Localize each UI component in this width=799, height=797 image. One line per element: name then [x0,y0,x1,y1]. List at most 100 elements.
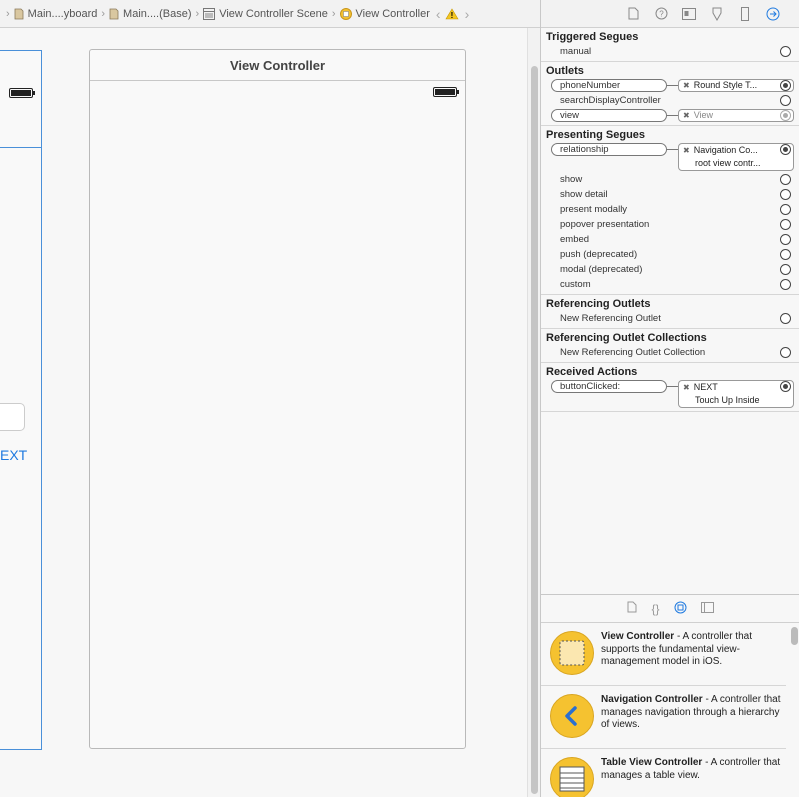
code-snippet-library-icon[interactable]: {} [651,602,659,616]
action-pill[interactable]: buttonClicked: [551,380,667,393]
scrollbar-thumb[interactable] [531,66,538,794]
connection-circle[interactable] [780,264,791,275]
connection-label: present modally [560,204,628,215]
navigation-scene-partial[interactable]: EXT [0,50,42,750]
help-inspector-icon[interactable]: ? [653,6,669,22]
referencing-outlets-section: Referencing Outlets New Referencing Outl… [541,295,799,329]
library-item-name: View Controller [601,631,675,642]
connection-circle[interactable] [780,219,791,230]
connection-label: show [560,174,583,185]
file-icon [109,8,119,19]
connection-row-popover: popover presentation [541,217,799,232]
connection-circle[interactable] [780,95,791,106]
connection-circle[interactable] [780,110,791,121]
svg-text:?: ? [659,10,664,19]
target-label: View [693,110,714,120]
chevron-right-icon: › [6,7,10,20]
attributes-inspector-icon[interactable] [709,6,725,22]
remove-connection-icon[interactable]: ✖ [683,146,690,155]
connection-row-button-clicked: buttonClicked: ✖ NEXT Touch Up Inside [541,379,799,409]
object-library-icon[interactable] [674,601,687,617]
chevron-left-icon[interactable]: ‹ [436,6,441,22]
connection-circle[interactable] [780,249,791,260]
target-label: NEXT [693,382,718,392]
outlet-pill[interactable]: phoneNumber [551,79,667,92]
jumpbar-item-base[interactable]: Main....(Base) [109,7,192,20]
received-actions-section: Received Actions buttonClicked: ✖ NEXT Tou… [541,363,799,412]
battery-icon [433,87,459,97]
next-button[interactable]: EXT [0,447,27,463]
remove-connection-icon[interactable]: ✖ [683,81,690,90]
library-item-name: Table View Controller [601,757,703,768]
triggered-segues-section: Triggered Segues manual [541,28,799,62]
presenting-segues-section: Presenting Segues relationship ✖ Navigati… [541,126,799,295]
connection-label: New Referencing Outlet [560,313,661,324]
connections-inspector: ? Triggered Segues manual Outlets phoneN… [540,0,799,797]
remove-connection-icon[interactable]: ✖ [683,111,690,120]
jumpbar-item-scene[interactable]: View Controller Scene [203,7,328,20]
chevron-right-icon[interactable]: › [465,6,470,22]
inspector-tabs: ? [541,0,799,28]
connection-row-manual: manual [541,44,799,59]
connection-label: New Referencing Outlet Collection [560,347,706,358]
connection-label: embed [560,234,590,245]
section-title: Received Actions [546,366,638,378]
phone-text-field[interactable] [0,403,25,431]
library-item-view-controller[interactable]: View Controller - A controller that supp… [541,623,786,686]
section-title: Triggered Segues [546,31,639,43]
connection-circle[interactable] [780,381,791,392]
connection-row-view: view ✖ View [541,108,799,123]
outlet-pill[interactable]: view [551,109,667,122]
target-label: Round Style T... [693,80,758,90]
connections-inspector-icon[interactable] [765,6,781,22]
library-item-table-view-controller[interactable]: Table View Controller - A controller tha… [541,749,786,797]
connector-line [667,85,678,86]
section-title: Outlets [546,65,584,77]
library-item-name: Navigation Controller [601,694,703,705]
connection-circle[interactable] [780,46,791,57]
connection-circle[interactable] [780,174,791,185]
media-library-icon[interactable] [700,601,714,616]
connection-circle[interactable] [780,347,791,358]
segue-pill[interactable]: relationship [551,143,667,156]
section-title: Presenting Segues [546,129,646,141]
connection-circle[interactable] [780,80,791,91]
connection-label: manual [560,46,592,57]
remove-connection-icon[interactable]: ✖ [683,383,690,392]
action-target[interactable]: ✖ NEXT Touch Up Inside [678,380,794,408]
connection-circle[interactable] [780,279,791,290]
library-scrollbar[interactable] [791,627,798,792]
outlet-target[interactable]: ✖ Round Style T... [678,79,794,92]
scene-title: View Controller [90,50,465,81]
file-icon [14,8,24,19]
connection-label: custom [560,279,591,290]
connection-circle[interactable] [780,144,791,155]
library-item-text: Table View Controller - A controller tha… [601,757,781,782]
view-controller-scene[interactable]: View Controller [89,49,466,749]
jumpbar-item-storyboard[interactable]: Main....yboard [14,8,97,20]
canvas-scrollbar[interactable] [527,28,540,797]
storyboard-canvas[interactable]: EXT View Controller [0,28,527,797]
warning-icon[interactable]: ! [445,7,459,20]
size-inspector-icon[interactable] [737,6,753,22]
outlet-target[interactable]: ✖ View [678,109,794,122]
connection-circle[interactable] [780,234,791,245]
library-item-text: View Controller - A controller that supp… [601,631,781,669]
chevron-right-icon: › [195,7,200,20]
scrollbar-thumb[interactable] [791,627,798,645]
file-inspector-icon[interactable] [625,6,641,22]
segue-target[interactable]: ✖ Navigation Co... root view contr... [678,143,794,171]
connection-circle[interactable] [780,189,791,200]
target-label: Navigation Co... [693,145,758,155]
file-template-library-icon[interactable] [627,601,637,616]
library-item-navigation-controller[interactable]: Navigation Controller - A controller tha… [541,686,786,749]
jumpbar-item-vc[interactable]: View Controller [339,7,430,20]
library-tabs: {} [541,595,799,623]
connection-circle[interactable] [780,313,791,324]
connection-circle[interactable] [780,204,791,215]
identity-inspector-icon[interactable] [681,6,697,22]
connection-row-modal: modal (deprecated) [541,262,799,277]
jumpbar-label: Main....(Base) [123,7,192,20]
connection-label: searchDisplayController [560,95,661,106]
connector-line [667,149,678,150]
